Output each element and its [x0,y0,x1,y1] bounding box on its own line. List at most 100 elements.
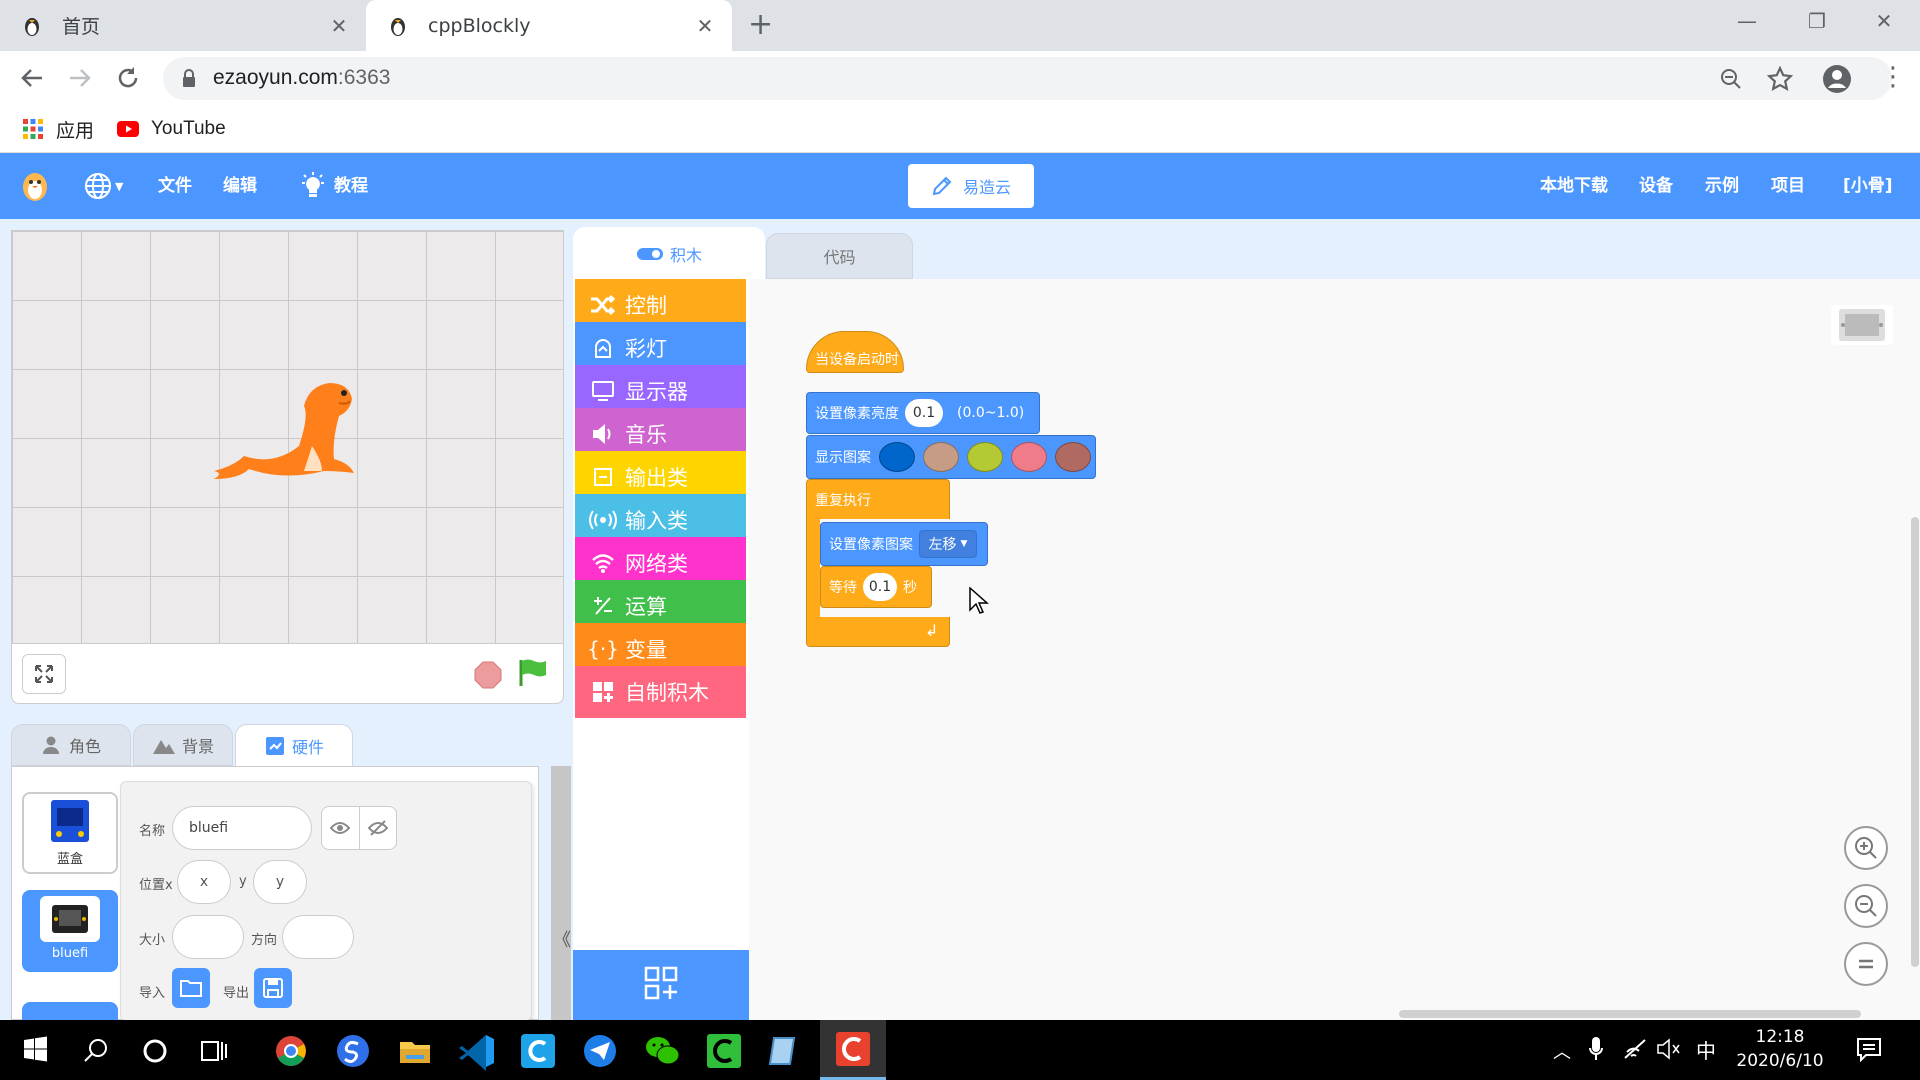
ime-indicator[interactable]: 中 [1696,1035,1716,1064]
volume-muted-icon[interactable] [1657,1038,1683,1060]
forward-icon[interactable] [66,64,94,92]
x-field[interactable]: x [177,860,231,904]
close-window-icon[interactable]: ✕ [1864,6,1904,36]
size-field[interactable] [172,915,244,959]
wait-input[interactable]: 0.1 [863,573,897,601]
name-field[interactable]: bluefi [172,806,312,850]
tab-hardware[interactable]: 硬件 [235,724,353,768]
wechat-icon[interactable] [641,1030,683,1072]
export-save-icon[interactable] [254,968,292,1008]
extensions-button[interactable] [573,950,750,1020]
add-device-button[interactable] [22,1002,118,1022]
penguin-favicon-icon [386,14,410,38]
vertical-scrollbar[interactable] [1911,517,1919,967]
close-tab-icon[interactable]: ✕ [694,15,716,37]
omnibox[interactable]: ezaoyun.com:6363 [163,57,1892,100]
chrome-icon[interactable] [270,1030,312,1072]
show-eye-icon[interactable] [322,807,360,849]
menu-file[interactable]: 文件 [158,153,192,219]
menu-kebab-icon[interactable]: ⋮ [1880,64,1906,90]
new-tab-button[interactable]: + [748,8,773,42]
ezaoyun-cloud-button[interactable]: 易造云 [908,164,1034,208]
menu-examples[interactable]: 示例 [1705,153,1739,219]
bookmark-apps[interactable]: 应用 [22,116,94,142]
tray-chevron-icon[interactable]: ︿ [1553,1038,1571,1064]
zoom-in-icon[interactable] [1844,826,1888,870]
fullscreen-icon[interactable] [22,654,66,694]
device-card-lanhe[interactable]: 蓝盒 [22,792,118,874]
notification-icon[interactable] [1856,1036,1882,1062]
loop-arrow-icon: ↲ [925,621,939,640]
import-folder-icon[interactable] [172,968,210,1008]
network-icon[interactable] [1623,1038,1647,1060]
bookmark-star-icon[interactable] [1767,66,1793,92]
tab-sprite[interactable]: 角色 [11,724,131,766]
minimize-icon[interactable]: — [1727,6,1767,36]
language-globe-icon[interactable]: ▼ [84,172,123,200]
zoom-reset-icon[interactable] [1844,942,1888,986]
code-workspace[interactable]: 当设备启动时 设置像素亮度 0.1 (0.0~1.0) 显示图案 重复执行 ↲ … [749,279,1920,1020]
direction-dropdown[interactable]: 左移 ▼ [919,530,977,558]
brightness-input[interactable]: 0.1 [905,399,943,427]
category-my-blocks[interactable]: 自制积木 [575,666,746,718]
cortana-icon[interactable] [134,1030,176,1072]
reload-icon[interactable] [114,64,142,92]
menu-tutorial[interactable]: 教程 [300,153,368,219]
app-logo-icon[interactable] [20,170,50,202]
green-c-app-icon[interactable] [703,1030,745,1072]
pattern-color-swatch[interactable] [1055,442,1091,472]
pattern-color-swatch[interactable] [967,442,1003,472]
stop-icon[interactable] [474,661,502,689]
green-flag-icon[interactable] [517,658,547,688]
collapse-bar[interactable]: 《 [551,766,571,1020]
stage-canvas[interactable] [11,230,564,644]
vscode-icon[interactable] [456,1030,498,1072]
block-when-start[interactable]: 当设备启动时 [806,331,904,373]
restore-icon[interactable]: ❐ [1797,6,1837,36]
notes-app-icon[interactable] [764,1030,806,1072]
seal-sprite[interactable] [204,371,374,491]
direction-field[interactable] [282,915,354,959]
url-text[interactable]: ezaoyun.com:6363 [213,66,390,90]
horizontal-scrollbar[interactable] [1399,1010,1861,1018]
y-field[interactable]: y [253,860,307,904]
task-view-icon[interactable] [192,1030,234,1072]
close-tab-icon[interactable]: ✕ [328,15,350,37]
tab-code[interactable]: 代码 [766,233,913,279]
block-set-pixel-pattern[interactable]: 设置像素图案 左移 ▼ [820,522,988,566]
windows-start-icon[interactable] [14,1028,56,1070]
bookmark-youtube[interactable]: YouTube [117,116,226,142]
browser-tab-home[interactable]: 首页 ✕ [0,0,366,51]
back-icon[interactable] [18,64,46,92]
tab-backdrop[interactable]: 背景 [133,724,233,766]
block-set-brightness[interactable]: 设置像素亮度 0.1 (0.0~1.0) [806,392,1040,434]
menu-user[interactable]: [小骨] [1843,153,1893,219]
menu-local-download[interactable]: 本地下载 [1540,153,1608,219]
menu-project[interactable]: 项目 [1771,153,1805,219]
clock[interactable]: 12:18 2020/6/10 [1735,1025,1825,1073]
feishu-icon[interactable] [579,1030,621,1072]
browser-tab-cppblockly[interactable]: cppBlockly ✕ [366,0,732,51]
search-icon[interactable] [76,1030,118,1072]
tab-sprite-label: 角色 [68,737,101,756]
tab-blocks[interactable]: 积木 [573,227,765,281]
device-card-bluefi[interactable]: bluefi [22,890,118,972]
profile-icon[interactable] [1822,64,1852,94]
block-show-pattern[interactable]: 显示图案 [806,435,1096,479]
ezaoyun-c-icon[interactable] [517,1030,559,1072]
microphone-icon[interactable] [1589,1036,1603,1062]
block-wait[interactable]: 等待 0.1 秒 [820,566,932,608]
hide-eye-icon[interactable] [360,807,397,849]
zoom-out-icon[interactable] [1844,884,1888,928]
pattern-color-swatch[interactable] [1011,442,1047,472]
menu-edit[interactable]: 编辑 [223,153,257,219]
pattern-color-swatch[interactable] [923,442,959,472]
tab-title: 首页 [62,16,101,38]
block-forever[interactable]: 重复执行 [806,479,950,519]
zoom-out-page-icon[interactable] [1719,67,1743,91]
sogou-icon[interactable] [332,1030,374,1072]
ezaoyun-active-app[interactable] [820,1020,886,1080]
menu-device[interactable]: 设备 [1639,153,1673,219]
pattern-color-swatch[interactable] [879,442,915,472]
file-explorer-icon[interactable] [394,1030,436,1072]
